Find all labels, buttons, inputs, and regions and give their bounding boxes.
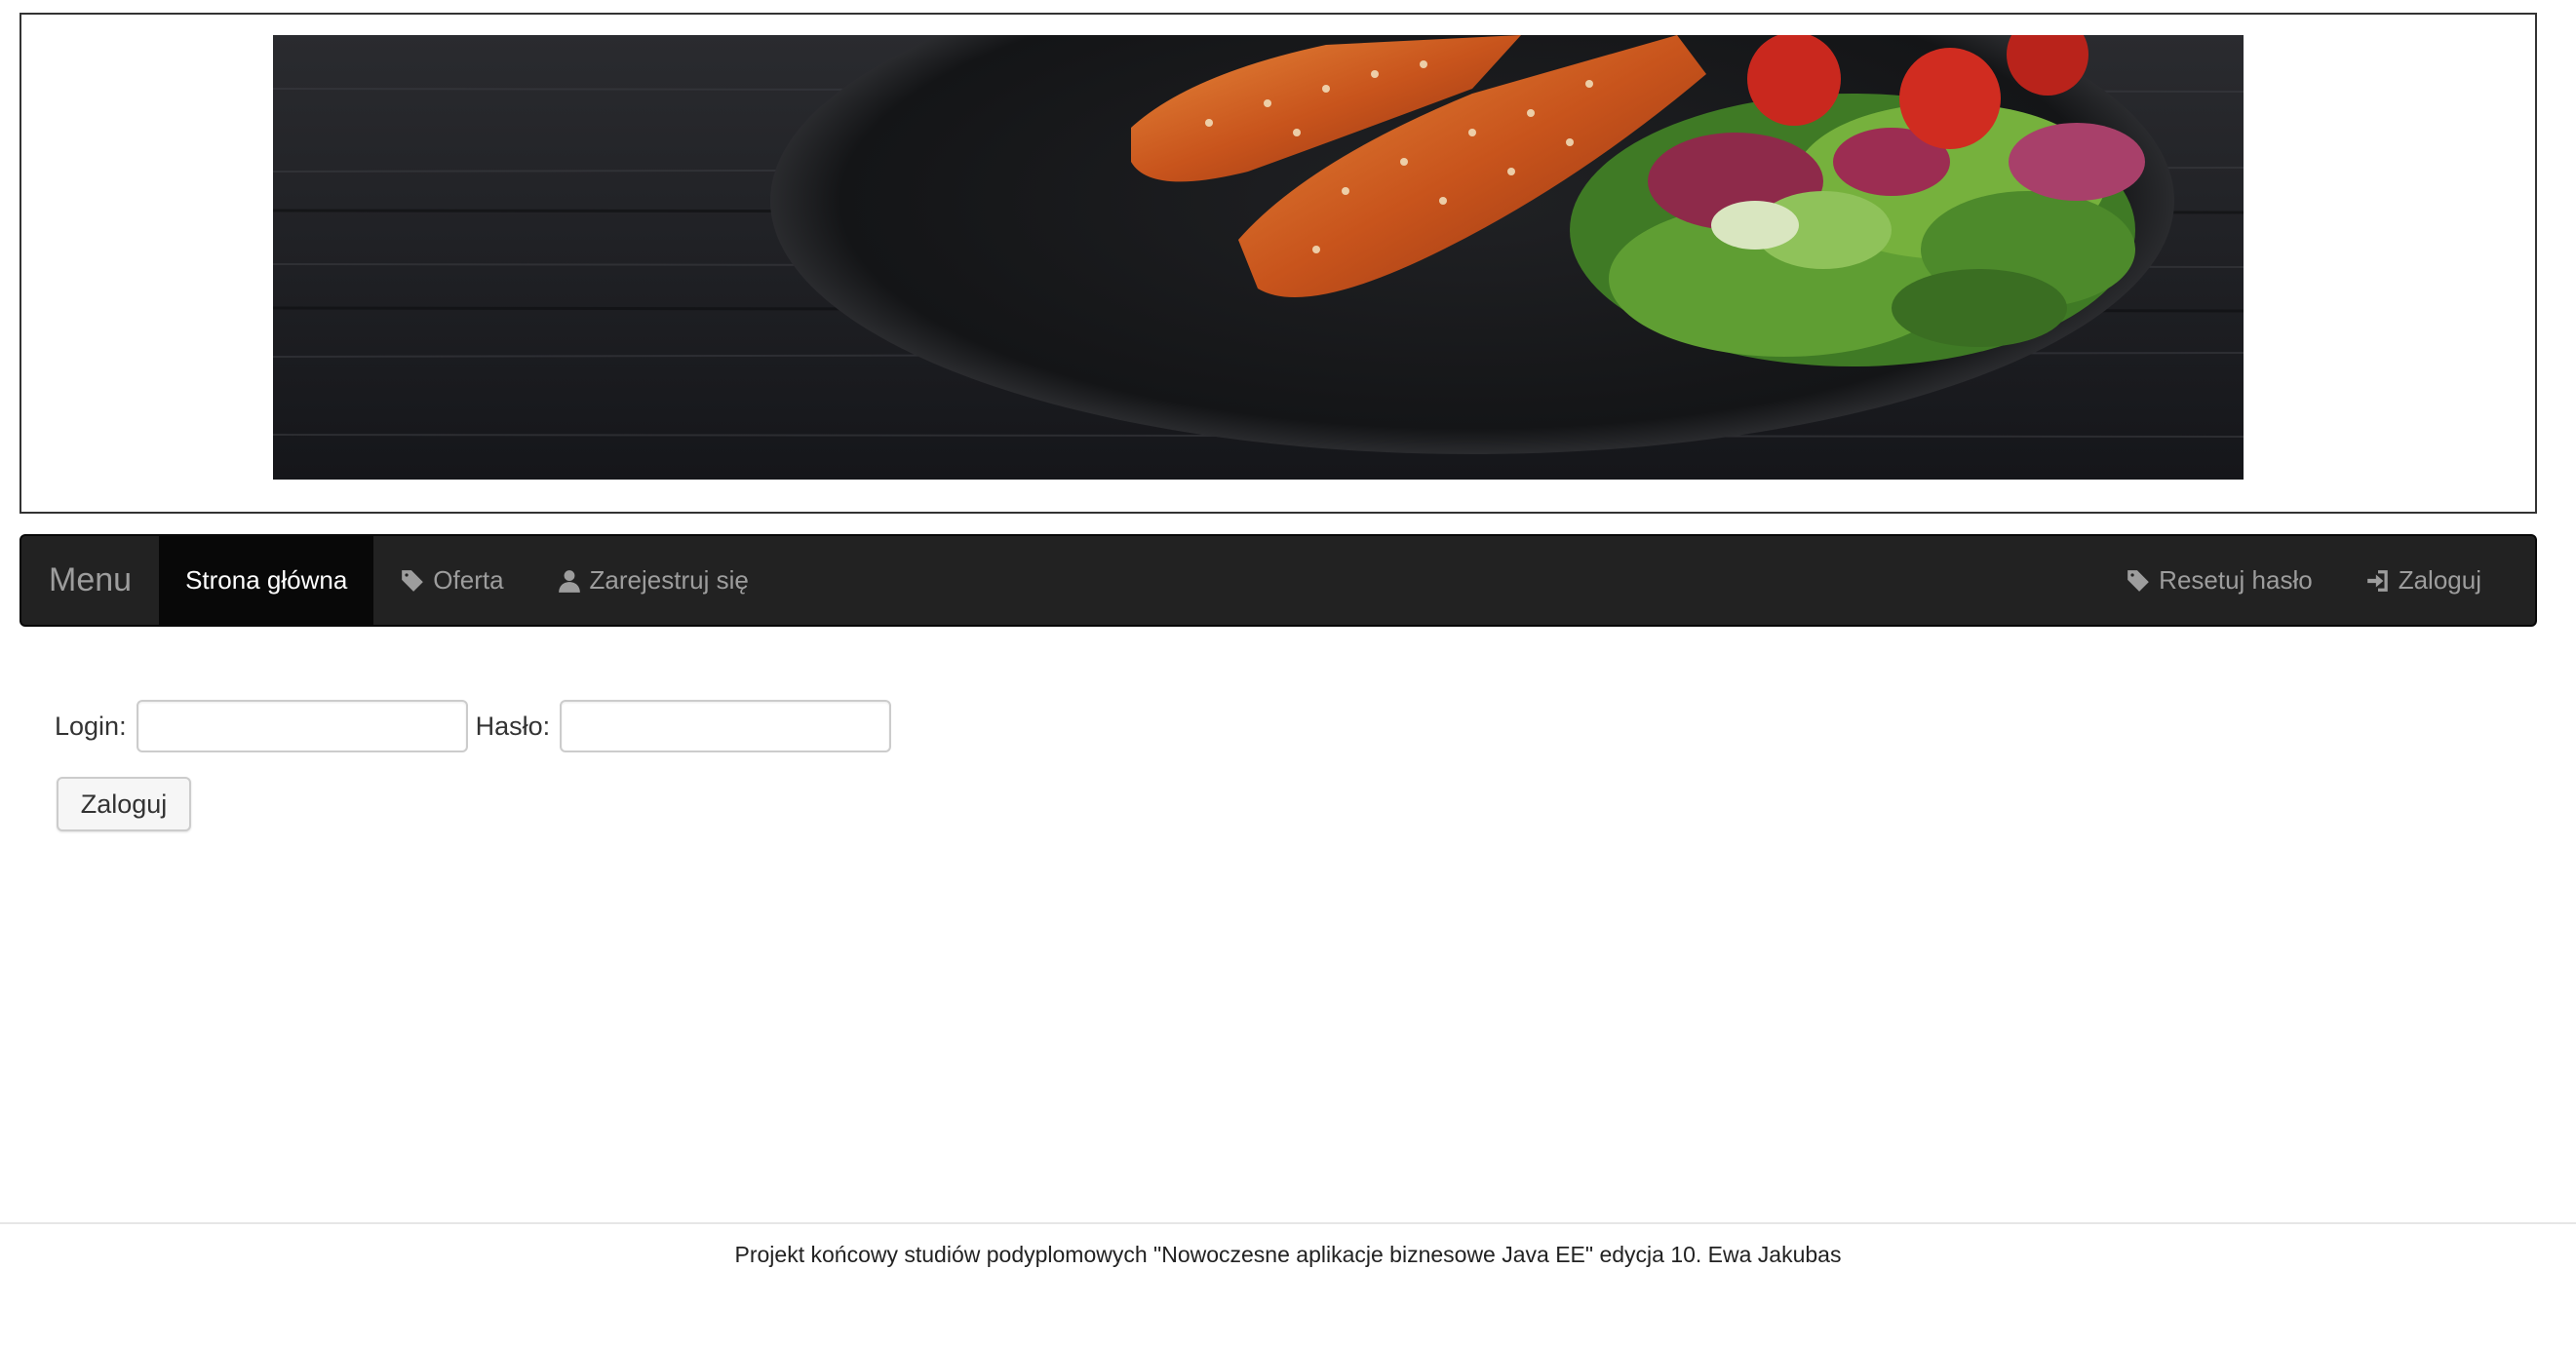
- footer-text: Projekt końcowy studiów podyplomowych "N…: [734, 1242, 1842, 1267]
- nav-item-reset-password[interactable]: Resetuj hasło: [2099, 536, 2339, 625]
- nav-item-label: Resetuj hasło: [2159, 565, 2313, 595]
- user-icon: [558, 569, 580, 593]
- banner-image: [273, 35, 2244, 480]
- login-form: Login: Hasło:: [55, 700, 899, 752]
- navbar: Menu Strona główna Oferta Zarejestruj si…: [20, 534, 2537, 627]
- nav-item-label: Zaloguj: [2398, 565, 2481, 595]
- navbar-brand[interactable]: Menu: [21, 536, 159, 625]
- login-submit-button[interactable]: Zaloguj: [57, 777, 191, 831]
- footer-divider: [0, 1222, 2576, 1224]
- tag-icon: [402, 569, 424, 592]
- tag-icon: [2127, 569, 2150, 592]
- nav-item-login[interactable]: Zaloguj: [2339, 536, 2508, 625]
- navbar-spacer: [775, 536, 2099, 625]
- nav-item-label: Zarejestruj się: [589, 565, 749, 595]
- nav-item-home[interactable]: Strona główna: [159, 536, 374, 625]
- nav-item-label: Strona główna: [185, 565, 348, 595]
- password-label: Hasło:: [475, 711, 551, 741]
- login-input[interactable]: [136, 700, 468, 752]
- log-in-icon: [2366, 569, 2388, 592]
- login-label: Login:: [55, 711, 127, 741]
- password-input[interactable]: [560, 700, 892, 752]
- nav-item-offer[interactable]: Oferta: [373, 536, 529, 625]
- nav-item-register[interactable]: Zarejestruj się: [530, 536, 775, 625]
- nav-item-label: Oferta: [433, 565, 504, 595]
